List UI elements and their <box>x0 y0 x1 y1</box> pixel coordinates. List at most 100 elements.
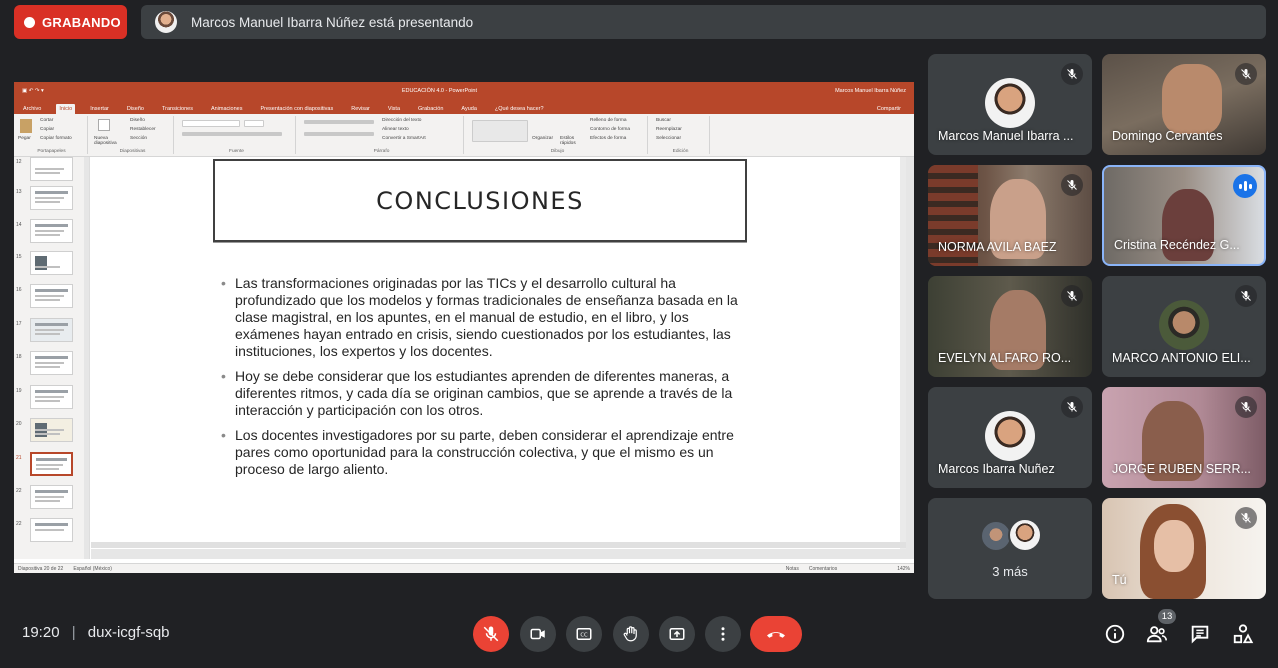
participant-tile[interactable]: Marcos Ibarra Nuñez <box>928 387 1092 488</box>
slide-thumb[interactable] <box>30 157 73 181</box>
slide-thumb-selected[interactable] <box>30 452 73 476</box>
activities-button[interactable] <box>1231 622 1255 646</box>
font-group: Fuente <box>178 116 296 154</box>
thumb-number: 13 <box>16 189 22 195</box>
slide-thumb[interactable] <box>30 518 73 542</box>
participant-tile[interactable]: NORMA AVILA BAEZ <box>928 165 1092 266</box>
participant-name: JORGE RUBEN SERR... <box>1112 462 1251 476</box>
text-direction-button[interactable]: Dirección del texto <box>382 118 421 123</box>
captions-button[interactable]: CC <box>566 616 602 652</box>
mic-off-icon <box>1235 63 1257 85</box>
slide-title-box[interactable]: CONCLUSIONES <box>213 159 747 242</box>
more-options-button[interactable] <box>705 616 741 652</box>
tab-transiciones[interactable]: Transiciones <box>159 104 196 114</box>
align-text-button[interactable]: Alinear texto <box>382 127 409 132</box>
quick-styles-button[interactable]: Estilos rápidos <box>560 136 582 146</box>
font-size-box[interactable] <box>244 120 264 127</box>
mic-off-icon <box>1235 285 1257 307</box>
slide-thumbnails-pane[interactable]: 12 13 14 15 16 17 18 19 20 21 22 22 <box>14 157 90 559</box>
drawing-label: Dibujo <box>550 149 565 154</box>
tab-animaciones[interactable]: Animaciones <box>208 104 246 114</box>
tell-me-search[interactable]: ¿Qué desea hacer? <box>492 104 547 114</box>
slide-vscrollbar[interactable] <box>900 157 906 549</box>
comments-button[interactable]: Comentarios <box>809 566 837 572</box>
bullet-text: Hoy se debe considerar que los estudiant… <box>235 368 733 418</box>
meeting-details-button[interactable] <box>1103 622 1127 646</box>
mic-toggle-button[interactable] <box>473 616 509 652</box>
tab-insertar[interactable]: Insertar <box>87 104 112 114</box>
shape-outline-button[interactable]: Contorno de forma <box>590 127 630 132</box>
raise-hand-button[interactable] <box>613 616 649 652</box>
find-button[interactable]: Buscar <box>656 118 671 123</box>
presenting-text: Marcos Manuel Ibarra Núñez está presenta… <box>191 14 474 30</box>
clipboard-group: Pegar Cortar Copiar Copiar formato Porta… <box>16 116 88 154</box>
slide-thumb[interactable] <box>30 219 73 243</box>
slide-thumb[interactable] <box>30 186 73 210</box>
share-button[interactable]: Compartir <box>874 104 904 114</box>
clock: 19:20 <box>22 624 60 641</box>
end-call-button[interactable] <box>750 616 802 652</box>
slides-label: Diapositivas <box>119 149 146 154</box>
tab-revisar[interactable]: Revisar <box>348 104 373 114</box>
paste-button[interactable]: Pegar <box>18 136 31 141</box>
participant-tile-speaking[interactable]: Cristina Recéndez G... <box>1102 165 1266 266</box>
paragraph-group: Dirección del texto Alinear texto Conver… <box>300 116 464 154</box>
bullet-icon: • <box>221 275 226 291</box>
editing-group: Buscar Reemplazar Seleccionar Edición <box>652 116 710 154</box>
section-button[interactable]: Sección <box>130 136 147 141</box>
tab-inicio[interactable]: Inicio <box>56 104 76 114</box>
paragraph-label: Párrafo <box>373 149 390 154</box>
tab-ayuda[interactable]: Ayuda <box>458 104 480 114</box>
notes-button[interactable]: Notas <box>786 566 799 572</box>
self-tile[interactable]: Tú <box>1102 498 1266 599</box>
tab-vista[interactable]: Vista <box>385 104 403 114</box>
tab-presentacion[interactable]: Presentación con diapositivas <box>257 104 336 114</box>
shape-effects-button[interactable]: Efectos de forma <box>590 136 626 141</box>
arrange-button[interactable]: Organizar <box>532 136 553 141</box>
participant-name: Marcos Manuel Ibarra ... <box>938 129 1074 143</box>
participant-tile[interactable]: Marcos Manuel Ibarra ... <box>928 54 1092 155</box>
smartart-button[interactable]: Convertir a SmartArt <box>382 136 426 141</box>
slide-thumb[interactable] <box>30 284 73 308</box>
slide[interactable]: CONCLUSIONES • Las transformaciones origi… <box>91 157 906 549</box>
ppt-statusbar: Diapositiva 20 de 22 Español (México) No… <box>14 563 914 573</box>
slide-thumb[interactable] <box>30 318 73 342</box>
people-button[interactable] <box>1145 622 1169 646</box>
recording-button[interactable]: GRABANDO <box>14 5 127 39</box>
font-name-box[interactable] <box>182 120 240 127</box>
thumbs-scrollbar[interactable] <box>84 157 89 559</box>
chat-button[interactable] <box>1188 622 1212 646</box>
replace-button[interactable]: Reemplazar <box>656 127 682 132</box>
slide-thumb[interactable] <box>30 251 73 275</box>
tab-grabacion[interactable]: Grabación <box>415 104 446 114</box>
cut-button[interactable]: Cortar <box>40 118 53 123</box>
svg-text:CC: CC <box>580 633 588 639</box>
slide-thumb[interactable] <box>30 351 73 375</box>
participant-tile[interactable]: JORGE RUBEN SERR... <box>1102 387 1266 488</box>
tab-diseno[interactable]: Diseño <box>124 104 147 114</box>
slide-thumb[interactable] <box>30 485 73 509</box>
reset-button[interactable]: Restablecer <box>130 127 156 132</box>
select-button[interactable]: Seleccionar <box>656 136 681 141</box>
present-button[interactable] <box>659 616 695 652</box>
tab-archivo[interactable]: Archivo <box>20 104 44 114</box>
slide-bullets[interactable]: • Las transformaciones originadas por las… <box>219 275 739 486</box>
participant-tile[interactable]: MARCO ANTONIO ELI... <box>1102 276 1266 377</box>
zoom-level[interactable]: 142% <box>897 566 910 572</box>
new-slide-button[interactable]: Nueva diapositiva <box>94 136 124 146</box>
copy-button[interactable]: Copiar <box>40 127 54 132</box>
shape-fill-button[interactable]: Relleno de forma <box>590 118 627 123</box>
more-participants-tile[interactable]: 3 más <box>928 498 1092 599</box>
slide-hscrollbar[interactable] <box>91 542 906 548</box>
ppt-menu-tabs: Archivo Inicio Insertar Diseño Transicio… <box>14 100 914 114</box>
format-painter-button[interactable]: Copiar formato <box>40 136 72 141</box>
slide-thumb[interactable] <box>30 418 73 442</box>
layout-button[interactable]: Diseño <box>130 118 145 123</box>
status-slide-count: Diapositiva 20 de 22 <box>18 565 64 572</box>
participant-tile[interactable]: EVELYN ALFARO RO... <box>928 276 1092 377</box>
presenting-banner[interactable]: Marcos Manuel Ibarra Núñez está presenta… <box>141 5 1266 39</box>
participant-tile[interactable]: Domingo Cervantes <box>1102 54 1266 155</box>
shapes-gallery[interactable] <box>472 120 528 142</box>
camera-toggle-button[interactable] <box>520 616 556 652</box>
slide-thumb[interactable] <box>30 385 73 409</box>
